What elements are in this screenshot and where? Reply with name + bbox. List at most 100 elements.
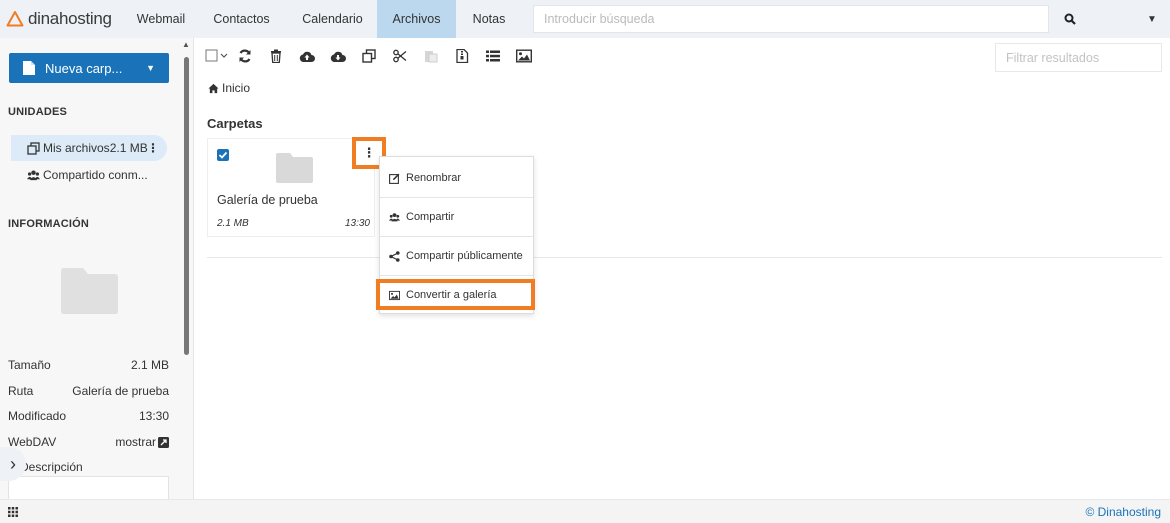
info-modified-row: Modificado 13:30 xyxy=(8,409,169,423)
info-value: Galería de prueba xyxy=(72,384,169,398)
sidebar-item-mis-archivos[interactable]: Mis archivos 2.1 MB ⋮ xyxy=(11,135,167,161)
scroll-up-arrow-icon[interactable]: ▲ xyxy=(182,40,190,49)
folders-heading: Carpetas xyxy=(207,116,263,131)
gallery-view-button[interactable] xyxy=(513,46,535,66)
highlight-frame xyxy=(376,279,535,310)
copy-button[interactable] xyxy=(358,46,380,66)
menu-item-label: Compartir xyxy=(406,211,455,223)
zip-button[interactable] xyxy=(451,46,473,66)
tab-webmail[interactable]: Webmail xyxy=(126,0,196,38)
sidebar-item-label: Mis archivos xyxy=(43,141,110,155)
info-description-row: Descripción xyxy=(8,460,169,474)
external-link-icon xyxy=(158,436,169,448)
list-icon xyxy=(486,50,500,62)
sidebar-item-compartido[interactable]: Compartido conm... xyxy=(11,162,167,188)
menu-separator xyxy=(380,236,533,237)
check-icon xyxy=(218,151,228,159)
info-size-row: Tamaño 2.1 MB xyxy=(8,358,169,372)
document-icon xyxy=(23,61,35,75)
description-field[interactable] xyxy=(8,476,169,499)
cloud-download-icon xyxy=(330,51,346,62)
info-webdav-row: WebDAV mostrar xyxy=(8,435,169,449)
breadcrumb-home[interactable]: Inicio xyxy=(222,81,250,95)
image-icon xyxy=(516,49,532,63)
webdav-show-link[interactable]: mostrar xyxy=(115,435,169,449)
search-input[interactable] xyxy=(534,6,1048,32)
sidebar-scrollbar[interactable] xyxy=(184,57,189,355)
cut-button[interactable] xyxy=(389,46,411,66)
info-heading: INFORMACIÓN xyxy=(8,218,90,230)
list-view-button[interactable] xyxy=(482,46,504,66)
sidebar-item-label: Compartido conm... xyxy=(43,168,148,182)
new-folder-button[interactable]: Nueva carp... ▼ xyxy=(9,53,169,83)
info-value: 2.1 MB xyxy=(130,358,169,372)
menu-separator xyxy=(380,275,533,276)
copy-icon xyxy=(362,49,376,63)
folder-name: Galería de prueba xyxy=(217,193,318,207)
paste-button[interactable] xyxy=(420,46,442,66)
info-value: 13:30 xyxy=(138,409,169,423)
file-zip-icon xyxy=(456,49,469,63)
menu-separator xyxy=(380,197,533,198)
users-icon xyxy=(27,169,40,180)
folder-time: 13:30 xyxy=(344,218,370,229)
search-icon xyxy=(1064,13,1076,25)
scissors-icon xyxy=(393,49,407,63)
folder-preview-icon xyxy=(61,268,118,314)
apps-grid-icon[interactable] xyxy=(8,507,18,517)
tab-contactos[interactable]: Contactos xyxy=(203,0,280,38)
download-button[interactable] xyxy=(327,46,349,66)
folder-card[interactable]: Galería de prueba 2.1 MB 13:30 xyxy=(207,138,375,237)
tab-calendario[interactable]: Calendario xyxy=(290,0,375,38)
chevron-right-icon: › xyxy=(10,453,16,474)
select-all-checkbox[interactable] xyxy=(204,46,230,66)
tab-notas[interactable]: Notas xyxy=(456,0,522,38)
more-vertical-icon[interactable]: ⋮ xyxy=(147,141,159,155)
search-button[interactable] xyxy=(1049,0,1091,38)
checkbox-icon xyxy=(205,49,228,62)
info-label: Ruta xyxy=(8,384,34,398)
info-label: Tamaño xyxy=(8,358,51,372)
filter-box xyxy=(995,43,1162,72)
cloud-upload-icon xyxy=(299,51,315,62)
paste-icon xyxy=(425,51,438,63)
tab-archivos[interactable]: Archivos xyxy=(377,0,456,38)
refresh-button[interactable] xyxy=(234,46,256,66)
copy-icon xyxy=(27,141,40,155)
sidebar: Nueva carp... ▼ UNIDADES Mis archivos 2.1… xyxy=(0,38,194,499)
menu-item-share-public[interactable]: Compartir públicamente xyxy=(380,238,533,274)
home-icon xyxy=(208,83,219,93)
more-vertical-icon: ⋮ xyxy=(362,145,376,160)
folder-icon xyxy=(276,153,313,183)
search-box xyxy=(533,5,1049,33)
trash-icon xyxy=(271,49,281,63)
info-label: WebDAV xyxy=(8,435,57,449)
caret-down-icon[interactable]: ▼ xyxy=(146,63,155,73)
file-toolbar xyxy=(204,46,544,66)
logo-triangle-icon xyxy=(6,11,24,27)
folder-checkbox[interactable] xyxy=(217,149,229,161)
menu-item-label: Compartir públicamente xyxy=(406,250,523,262)
upload-button[interactable] xyxy=(296,46,318,66)
delete-button[interactable] xyxy=(265,46,287,66)
menu-item-share[interactable]: Compartir xyxy=(380,199,533,235)
folder-size: 2.1 MB xyxy=(217,218,249,229)
info-path-row: Ruta Galería de prueba xyxy=(8,384,169,398)
logo-text: dinahosting xyxy=(28,9,112,28)
info-label: Modificado xyxy=(8,409,67,423)
description-label: Descripción xyxy=(20,460,83,474)
share-icon xyxy=(389,250,400,262)
menu-item-rename[interactable]: Renombrar xyxy=(380,160,533,196)
footer-brand-link[interactable]: © Dinahosting xyxy=(1085,505,1161,519)
breadcrumb[interactable]: Inicio xyxy=(208,81,250,95)
footer: © Dinahosting xyxy=(0,499,1170,523)
logo[interactable]: dinahosting xyxy=(0,0,120,38)
refresh-icon xyxy=(239,49,251,63)
storage-size: 2.1 MB xyxy=(109,141,148,155)
new-folder-label: Nueva carp... xyxy=(45,60,123,76)
filter-input[interactable] xyxy=(996,44,1161,71)
units-heading: UNIDADES xyxy=(8,106,68,118)
info-value: mostrar xyxy=(115,435,156,449)
user-menu-dropdown[interactable]: ▼ xyxy=(1140,0,1164,38)
menu-item-label: Renombrar xyxy=(406,172,462,184)
